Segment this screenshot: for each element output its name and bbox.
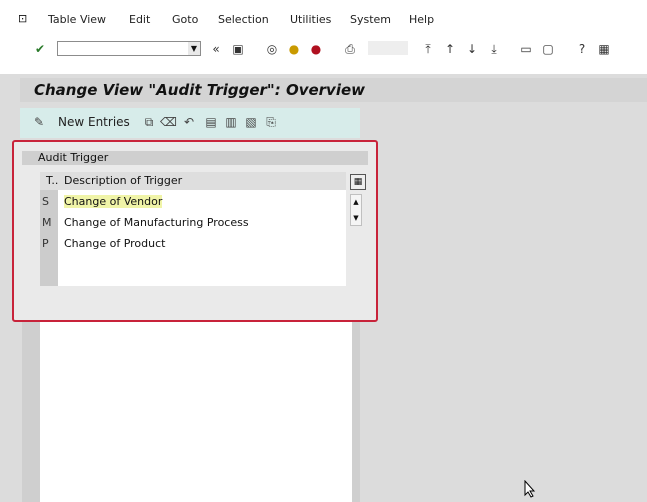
deselect-all-icon[interactable]: ▧	[244, 115, 258, 129]
new-entries-button[interactable]: New Entries	[58, 115, 130, 129]
menu-edit[interactable]: Edit	[129, 13, 150, 26]
table-row[interactable]: P Change of Product	[40, 234, 346, 254]
vertical-scrollbar[interactable]: ▲ ▼	[350, 194, 362, 226]
menu-utilities[interactable]: Utilities	[290, 13, 331, 26]
row-description[interactable]: Change of Manufacturing Process	[64, 216, 249, 229]
command-field[interactable]: ▼	[57, 41, 201, 56]
group-title: Audit Trigger	[22, 151, 368, 165]
scroll-down-icon[interactable]: ▼	[351, 211, 361, 225]
select-block-icon[interactable]: ▥	[224, 115, 238, 129]
table-right-edge	[352, 322, 360, 502]
row-key: S	[42, 195, 49, 208]
undo-icon[interactable]: ↶	[182, 115, 196, 129]
help-icon[interactable]: ?	[574, 41, 590, 57]
find-icon[interactable]: ●	[286, 41, 302, 57]
last-page-icon[interactable]: ⤓	[486, 41, 502, 57]
row-key: P	[42, 237, 49, 250]
print-icon[interactable]: ⎙	[342, 41, 358, 57]
mouse-cursor-icon	[524, 480, 536, 498]
display-change-icon[interactable]: ✎	[32, 115, 46, 129]
copy-icon[interactable]: ⧉	[142, 115, 156, 129]
table-row[interactable]: M Change of Manufacturing Process	[40, 213, 346, 233]
application-toolbar: ✎ New Entries ⧉ ⌫ ↶ ▤ ▥ ▧ ⎘	[20, 108, 360, 138]
check-icon[interactable]: ✔	[32, 41, 48, 57]
prev-page-icon[interactable]: ↑	[442, 41, 458, 57]
page-title: Change View "Audit Trigger": Overview	[20, 78, 647, 102]
delete-icon[interactable]: ⌫	[160, 115, 177, 129]
table-empty-area	[40, 322, 352, 502]
save-icon[interactable]: ▣	[230, 41, 246, 57]
shortcut-icon[interactable]: ▢	[540, 41, 556, 57]
menu-goto[interactable]: Goto	[172, 13, 198, 26]
command-dropdown-icon[interactable]: ▼	[188, 42, 200, 55]
menu-table-view[interactable]: Table View	[48, 13, 106, 26]
cancel-icon[interactable]: ●	[308, 41, 324, 57]
menu-help[interactable]: Help	[409, 13, 434, 26]
menu-bar: ⊡ Table View Edit Goto Selection Utiliti…	[0, 0, 647, 36]
standard-toolbar: ✔ ▼ « ▣ ◎ ● ● ⎙ ⤒ ↑ ↓ ⤓ ▭ ▢ ? ▦	[0, 36, 647, 74]
table-panel-extension	[22, 322, 360, 502]
table-lower-area	[40, 286, 360, 318]
exit-icon[interactable]: ◎	[264, 41, 280, 57]
select-all-icon[interactable]: ▤	[204, 115, 218, 129]
menu-selection[interactable]: Selection	[218, 13, 269, 26]
row-selector-column[interactable]	[22, 322, 40, 502]
audit-trigger-group: Audit Trigger T.. Description of Trigger…	[12, 140, 378, 322]
next-page-icon[interactable]: ↓	[464, 41, 480, 57]
new-session-icon[interactable]: ▭	[518, 41, 534, 57]
column-header-type[interactable]: T..	[46, 174, 58, 187]
row-key: M	[42, 216, 52, 229]
row-description[interactable]: Change of Product	[64, 237, 165, 250]
toolbar-inactive-area	[368, 41, 408, 55]
table-settings-icon[interactable]: ▦	[350, 174, 366, 190]
menu-system[interactable]: System	[350, 13, 391, 26]
other-view-icon[interactable]: ⎘	[264, 115, 278, 129]
system-menu-icon[interactable]: ⊡	[18, 12, 27, 25]
table-row[interactable]: S Change of Vendor	[40, 192, 346, 212]
scroll-up-icon[interactable]: ▲	[351, 195, 361, 209]
column-header-description[interactable]: Description of Trigger	[64, 174, 182, 187]
back-icon[interactable]: «	[208, 41, 224, 57]
table-header: T.. Description of Trigger	[40, 172, 346, 190]
first-page-icon[interactable]: ⤒	[420, 41, 436, 57]
row-description[interactable]: Change of Vendor	[64, 195, 163, 208]
audit-trigger-table: T.. Description of Trigger S Change of V…	[40, 172, 366, 318]
customize-icon[interactable]: ▦	[596, 41, 612, 57]
